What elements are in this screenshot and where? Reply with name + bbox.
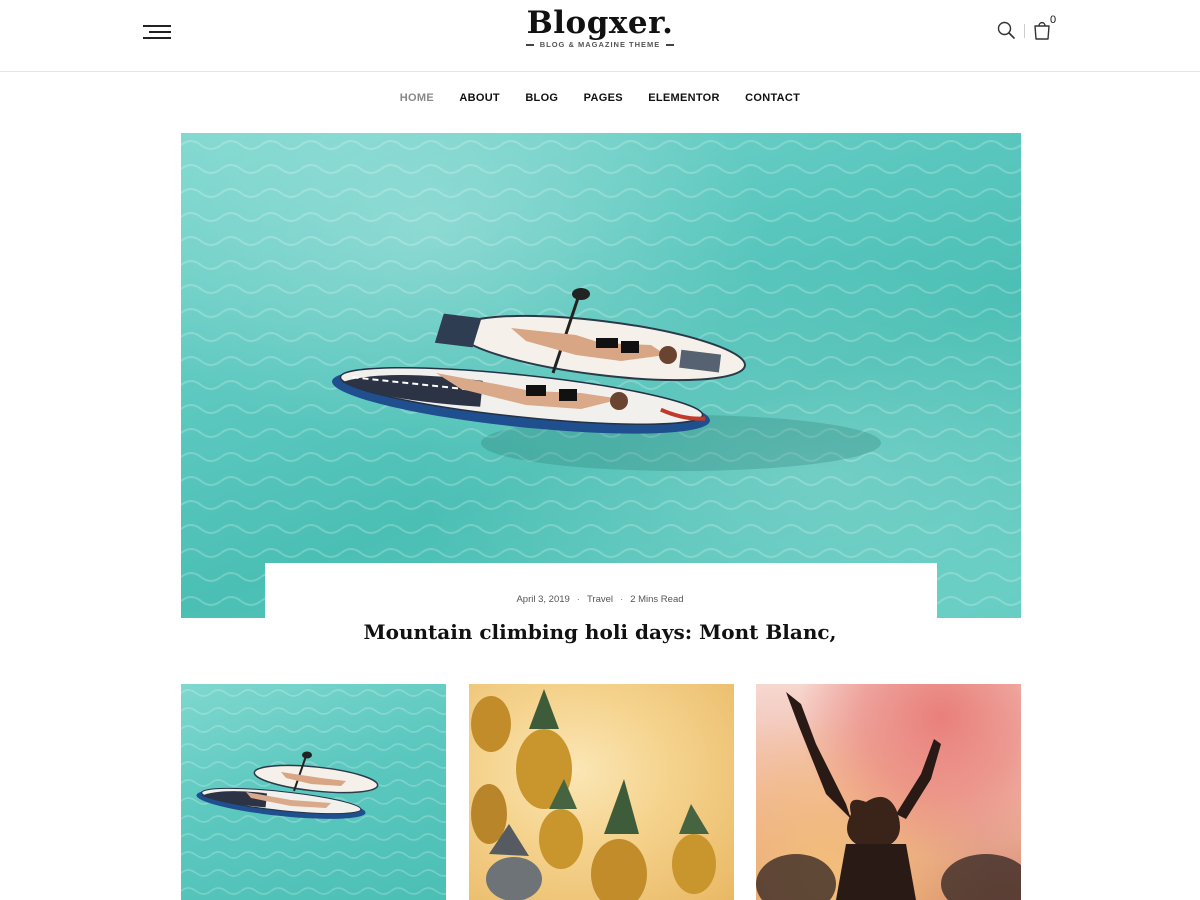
cart-count-badge: 0 [1050, 14, 1057, 26]
post-category[interactable]: Travel [587, 594, 613, 605]
post-read-time: 2 Mins Read [630, 594, 684, 605]
tagline-dash-left [525, 44, 534, 46]
pineapple-group [471, 689, 716, 900]
main-nav: HOME ABOUT BLOG PAGES ELEMENTOR CONTACT [0, 92, 1200, 104]
paddleboards-thumbnail-illustration [181, 684, 446, 900]
post-date[interactable]: April 3, 2019 [516, 594, 569, 605]
meta-separator: · [620, 594, 624, 605]
pineapples-illustration [471, 689, 716, 900]
nav-item-about[interactable]: ABOUT [459, 92, 500, 104]
page: Blogxer. BLOG & MAGAZINE THEME 0 HOME AB… [0, 0, 1200, 900]
nav-item-contact[interactable]: CONTACT [745, 92, 800, 104]
nav-item-elementor[interactable]: ELEMENTOR [648, 92, 720, 104]
post-meta: April 3, 2019 · Travel · 2 Mins Read [0, 594, 1200, 605]
nav-item-blog[interactable]: BLOG [525, 92, 558, 104]
search-icon[interactable] [996, 20, 1016, 40]
paddleboards-illustration [181, 133, 1021, 618]
featured-post-image[interactable] [181, 133, 1021, 618]
nav-item-pages[interactable]: PAGES [584, 92, 623, 104]
post-thumbnail-festival[interactable] [756, 684, 1021, 900]
header-icons: 0 [996, 14, 1066, 44]
festival-dancer-illustration [756, 692, 1021, 900]
nav-item-home[interactable]: HOME [400, 92, 434, 104]
post-thumbnail-pineapples[interactable] [469, 684, 734, 900]
shopping-bag-icon[interactable] [1032, 19, 1052, 41]
site-header: Blogxer. BLOG & MAGAZINE THEME 0 [0, 0, 1200, 72]
logo-tagline: BLOG & MAGAZINE THEME [539, 40, 661, 49]
icon-divider [1024, 24, 1025, 38]
post-thumbnail-paddleboards[interactable] [181, 684, 446, 900]
tagline-dash-right [666, 44, 675, 46]
featured-post-title[interactable]: Mountain climbing holi days: Mont Blanc, [0, 620, 1200, 644]
logo-name: Blogxer. [526, 5, 674, 41]
meta-separator: · [576, 594, 580, 605]
featured-post-card [265, 563, 937, 621]
